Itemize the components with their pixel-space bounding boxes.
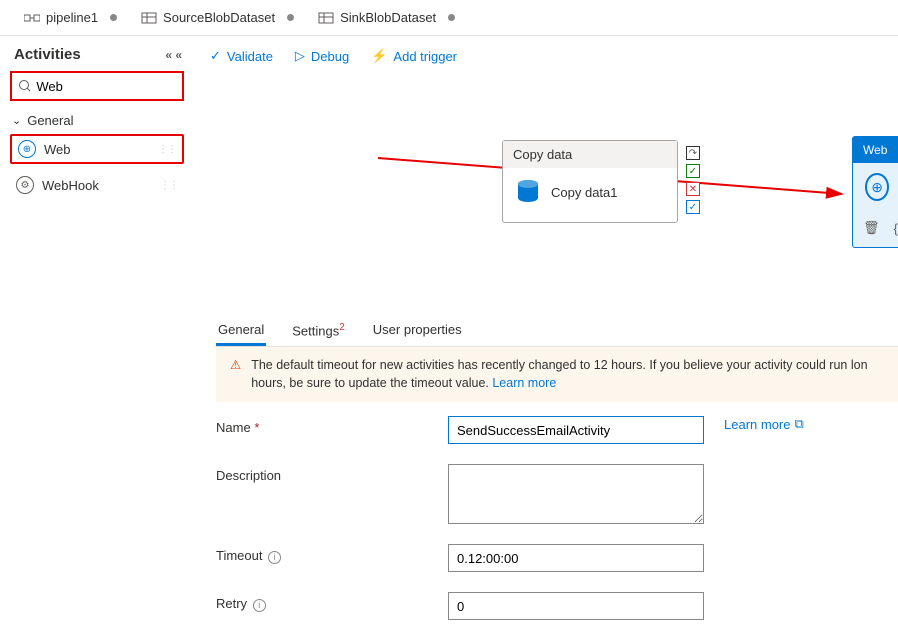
general-form: Name * Learn more⧉ Description Timeout i… bbox=[216, 406, 898, 630]
pipeline-canvas[interactable]: ✓ Validate ▷ Debug ⚡ Add trigger Copy data … bbox=[192, 36, 898, 594]
add-trigger-button[interactable]: ⚡ Add trigger bbox=[371, 48, 457, 64]
warning-text-b: hours, be sure to update the timeout val… bbox=[251, 376, 489, 390]
tab-pipeline[interactable]: pipeline1 bbox=[14, 0, 127, 35]
group-general[interactable]: ⌄ General bbox=[10, 107, 184, 134]
tab-general[interactable]: General bbox=[216, 316, 266, 346]
top-tabs: pipeline1 SourceBlobDataset SinkBlobData… bbox=[0, 0, 898, 36]
globe-icon: ⊕ bbox=[18, 140, 36, 158]
drag-handle-icon: ⋮⋮ bbox=[158, 144, 176, 155]
validate-label: Validate bbox=[227, 49, 273, 64]
required-marker: * bbox=[254, 420, 259, 435]
tab-sink-ds[interactable]: SinkBlobDataset bbox=[308, 0, 465, 35]
name-label: Name bbox=[216, 420, 251, 435]
property-tabs: General Settings2 User properties bbox=[216, 316, 898, 347]
copy-node-header: Copy data bbox=[503, 141, 677, 168]
activity-webhook[interactable]: ⚙ WebHook ⋮⋮ bbox=[10, 170, 184, 200]
globe-icon: ⊕ bbox=[865, 173, 889, 201]
info-icon[interactable]: i bbox=[268, 551, 281, 564]
dataset-icon bbox=[318, 11, 334, 25]
delete-icon[interactable]: 🗑 bbox=[863, 220, 880, 236]
description-input[interactable] bbox=[448, 464, 704, 524]
webhook-icon: ⚙ bbox=[16, 176, 34, 194]
tab-settings[interactable]: Settings2 bbox=[290, 316, 347, 346]
debug-label: Debug bbox=[311, 49, 349, 64]
copy-node-name: Copy data1 bbox=[551, 185, 618, 200]
web-node-header: Web bbox=[853, 137, 898, 163]
info-icon[interactable]: i bbox=[253, 599, 266, 612]
tab-user-properties[interactable]: User properties bbox=[371, 316, 464, 346]
failure-handle[interactable]: ✕ bbox=[686, 182, 700, 196]
unsaved-dot-icon bbox=[110, 14, 117, 21]
collapse-icon[interactable]: « « bbox=[165, 48, 182, 62]
pipeline-icon bbox=[24, 11, 40, 25]
activities-search[interactable] bbox=[10, 71, 184, 101]
play-icon: ▷ bbox=[295, 48, 305, 64]
retry-label: Retry bbox=[216, 596, 247, 611]
tab-pipeline-label: pipeline1 bbox=[46, 10, 98, 25]
activity-web[interactable]: ⊕ Web ⋮⋮ bbox=[10, 134, 184, 164]
warning-text-a: The default timeout for new activities h… bbox=[251, 358, 867, 372]
completion-handle[interactable]: ✓ bbox=[686, 200, 700, 214]
drag-handle-icon: ⋮⋮ bbox=[160, 180, 178, 191]
activity-webhook-label: WebHook bbox=[42, 178, 99, 193]
activity-web-label: Web bbox=[44, 142, 71, 157]
tab-source-ds[interactable]: SourceBlobDataset bbox=[131, 0, 304, 35]
validate-button[interactable]: ✓ Validate bbox=[210, 48, 273, 64]
chevron-down-icon: ⌄ bbox=[12, 114, 21, 127]
unsaved-dot-icon bbox=[287, 14, 294, 21]
trigger-icon: ⚡ bbox=[371, 48, 387, 64]
success-handle[interactable]: ✓ bbox=[686, 164, 700, 178]
learn-more-link[interactable]: Learn more⧉ bbox=[724, 416, 804, 432]
tab-sink-label: SinkBlobDataset bbox=[340, 10, 436, 25]
copy-outcome-handles: ↷ ✓ ✕ ✓ bbox=[686, 146, 700, 214]
debug-button[interactable]: ▷ Debug bbox=[295, 48, 349, 64]
skip-handle[interactable]: ↷ bbox=[686, 146, 700, 160]
check-icon: ✓ bbox=[210, 48, 221, 64]
canvas-toolbar: ✓ Validate ▷ Debug ⚡ Add trigger bbox=[192, 36, 898, 76]
search-icon bbox=[18, 79, 30, 93]
group-general-label: General bbox=[27, 113, 73, 128]
unsaved-dot-icon bbox=[448, 14, 455, 21]
copy-data-activity[interactable]: Copy data Copy data1 bbox=[502, 140, 678, 223]
warning-learn-more-link[interactable]: Learn more bbox=[492, 376, 556, 390]
activities-panel: Activities « « ⌄ General ⊕ Web ⋮⋮ ⚙ WebH… bbox=[0, 36, 192, 594]
settings-badge: 2 bbox=[339, 322, 345, 333]
retry-input[interactable] bbox=[448, 592, 704, 620]
tab-source-label: SourceBlobDataset bbox=[163, 10, 275, 25]
code-icon[interactable]: { } bbox=[894, 221, 898, 236]
add-trigger-label: Add trigger bbox=[393, 49, 457, 64]
activities-search-input[interactable] bbox=[36, 79, 176, 94]
activities-title: Activities bbox=[14, 46, 81, 63]
description-label: Description bbox=[216, 468, 281, 483]
external-link-icon: ⧉ bbox=[794, 416, 803, 432]
timeout-warning: ⚠ The default timeout for new activities… bbox=[216, 347, 898, 402]
timeout-label: Timeout bbox=[216, 548, 262, 563]
dataset-icon bbox=[141, 11, 157, 25]
warning-icon: ⚠ bbox=[230, 357, 241, 392]
name-input[interactable] bbox=[448, 416, 704, 444]
timeout-input[interactable] bbox=[448, 544, 704, 572]
web-activity[interactable]: Web ⊕ SendSuccessEmailActivity 🗑 { } ⧉ ➜ bbox=[852, 136, 898, 248]
database-icon bbox=[515, 178, 541, 206]
